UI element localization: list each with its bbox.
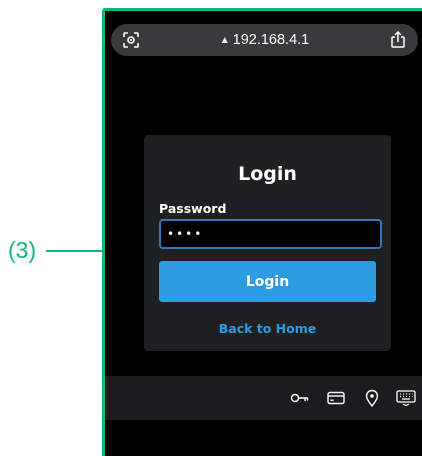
password-label: Password <box>159 201 227 216</box>
callout-line <box>46 250 102 252</box>
card-icon[interactable] <box>326 388 346 408</box>
phone-screen: ▲ 192.168.4.1 Login Password •••• Login … <box>102 8 422 456</box>
url-text: 192.168.4.1 <box>232 32 310 48</box>
share-icon[interactable] <box>386 24 410 56</box>
login-title: Login <box>238 163 297 185</box>
keyboard-icon[interactable] <box>396 388 416 408</box>
bottom-toolbar <box>105 376 422 420</box>
location-pin-icon[interactable] <box>362 388 382 408</box>
login-button[interactable]: Login <box>159 261 376 302</box>
url-display[interactable]: ▲ 192.168.4.1 <box>171 24 358 56</box>
warning-icon: ▲ <box>219 34 230 46</box>
key-icon[interactable] <box>290 388 310 408</box>
screenshot-stage: (3) ▲ 192.168.4.1 Login Password •••• Lo… <box>0 0 422 456</box>
browser-address-bar[interactable]: ▲ 192.168.4.1 <box>111 24 418 56</box>
callout-label: (3) <box>8 237 37 263</box>
login-card: Login Password •••• Login Back to Home <box>144 135 391 351</box>
password-input[interactable]: •••• <box>159 219 382 249</box>
reader-scan-icon[interactable] <box>119 24 143 56</box>
back-to-home-link[interactable]: Back to Home <box>144 321 391 336</box>
